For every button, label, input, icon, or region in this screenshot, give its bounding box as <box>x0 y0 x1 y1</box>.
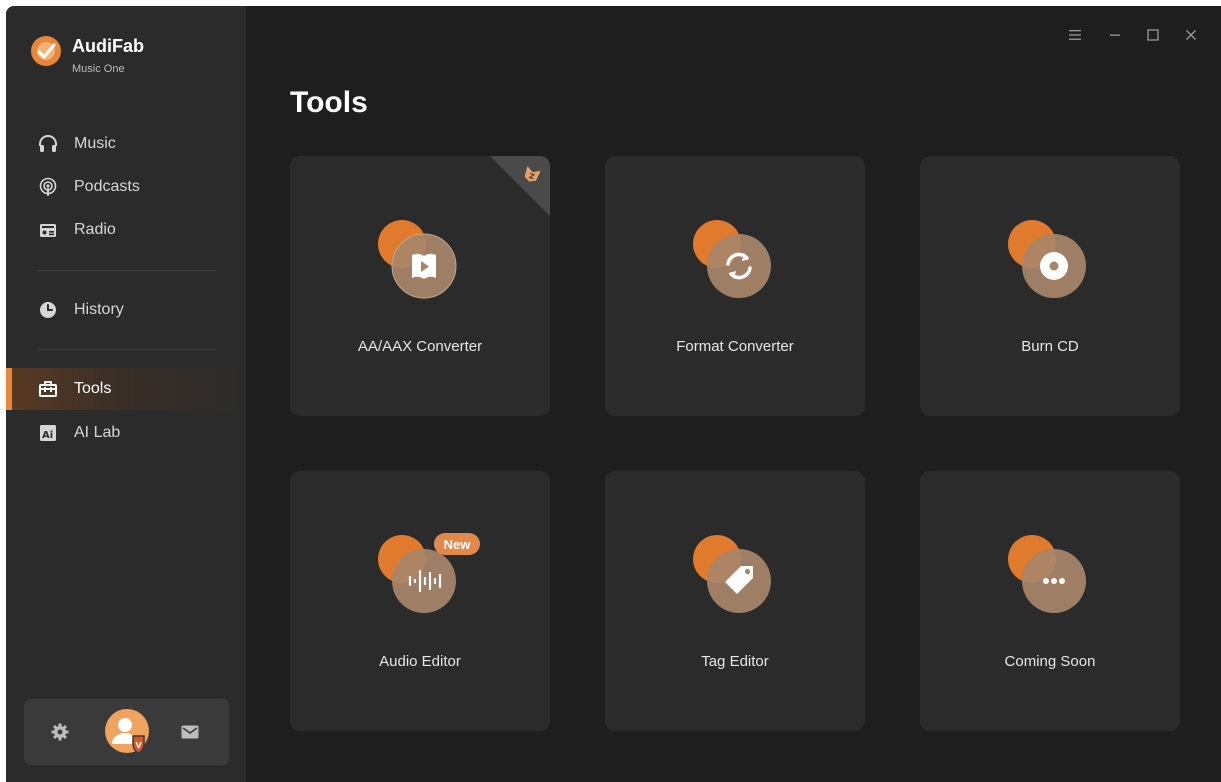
sidebar-item-label: History <box>74 301 124 318</box>
gear-icon[interactable] <box>50 722 70 742</box>
main-content: Tools AA/AAX Converter Format Converter … <box>246 6 1221 782</box>
sidebar-item-label: Music <box>74 135 116 152</box>
sidebar-item-history[interactable]: History <box>6 289 246 331</box>
ai-icon: Ai <box>38 423 58 443</box>
svg-text:Ai: Ai <box>42 430 53 441</box>
tool-label: AA/AAX Converter <box>357 338 483 355</box>
app-subtitle: Music One <box>72 63 125 75</box>
sidebar-item-radio[interactable]: Radio <box>6 209 246 251</box>
book-play-icon <box>378 220 457 299</box>
sidebar-item-tools[interactable]: Tools <box>6 368 246 410</box>
app-window: AudiFab Music One Music Podcasts Radio H… <box>6 6 1221 782</box>
sidebar-item-music[interactable]: Music <box>6 123 246 165</box>
tool-label: Audio Editor <box>379 653 461 670</box>
sidebar-item-ai-lab[interactable]: Ai AI Lab <box>6 412 246 454</box>
sidebar-divider <box>38 349 216 350</box>
tool-label: Burn CD <box>1021 338 1079 355</box>
minimize-icon[interactable] <box>1108 28 1122 42</box>
sidebar-divider <box>38 270 216 271</box>
tool-card-audio-editor[interactable]: New Audio Editor <box>290 471 550 731</box>
disc-icon <box>1008 220 1086 298</box>
tool-label: Format Converter <box>676 338 794 355</box>
sidebar: AudiFab Music One Music Podcasts Radio H… <box>6 6 246 782</box>
svg-text:V: V <box>136 741 143 750</box>
sidebar-item-label: Tools <box>74 380 112 397</box>
tool-card-format-converter[interactable]: Format Converter <box>605 156 865 416</box>
tool-card-aa-aax-converter[interactable]: AA/AAX Converter <box>290 156 550 416</box>
tool-label: Tag Editor <box>701 653 769 670</box>
tool-card-burn-cd[interactable]: Burn CD <box>920 156 1180 416</box>
sidebar-item-label: Radio <box>74 221 116 238</box>
audifab-logo-icon <box>31 36 61 66</box>
close-icon[interactable] <box>1184 28 1198 42</box>
sidebar-bottom-bar: V <box>24 699 229 765</box>
headphones-icon <box>38 134 58 154</box>
toolbox-icon <box>38 379 58 399</box>
tag-icon <box>693 535 771 613</box>
tool-card-tag-editor[interactable]: Tag Editor <box>605 471 865 731</box>
tool-label: Coming Soon <box>1004 653 1096 670</box>
sidebar-item-label: Podcasts <box>74 178 140 195</box>
radio-icon <box>38 220 58 240</box>
app-name: AudiFab <box>72 36 144 56</box>
app-logo: AudiFab Music One <box>30 35 230 75</box>
page-title: Tools <box>290 86 368 119</box>
sidebar-item-podcasts[interactable]: Podcasts <box>6 166 246 208</box>
premium-corner-badge <box>490 156 550 216</box>
podcast-icon <box>38 177 58 197</box>
mail-icon[interactable] <box>180 722 200 742</box>
clock-icon <box>38 300 58 320</box>
more-icon <box>1008 535 1086 613</box>
avatar[interactable]: V <box>104 708 150 754</box>
tool-card-coming-soon[interactable]: Coming Soon <box>920 471 1180 731</box>
sidebar-item-label: AI Lab <box>74 424 121 441</box>
menu-icon[interactable] <box>1068 28 1082 42</box>
convert-icon <box>693 220 771 298</box>
maximize-icon[interactable] <box>1146 28 1160 42</box>
new-badge: New <box>434 533 480 555</box>
